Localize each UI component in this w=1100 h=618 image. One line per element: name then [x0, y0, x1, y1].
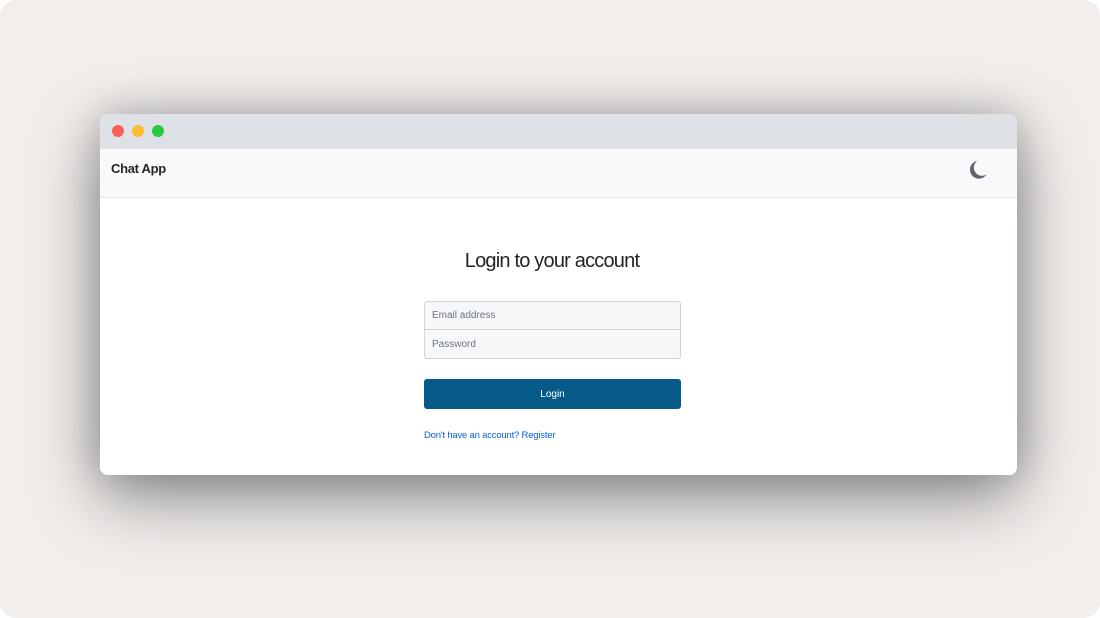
window-titlebar	[100, 114, 1017, 149]
email-field[interactable]	[424, 301, 681, 330]
minimize-window-button[interactable]	[132, 125, 144, 137]
login-button[interactable]: Login	[424, 379, 681, 409]
desktop-backdrop: Chat App Login to your account Login Don…	[0, 0, 1100, 618]
browser-window: Chat App Login to your account Login Don…	[100, 114, 1017, 475]
theme-toggle-button[interactable]	[966, 158, 990, 182]
maximize-window-button[interactable]	[152, 125, 164, 137]
close-window-button[interactable]	[112, 125, 124, 137]
navbar: Chat App	[100, 149, 1017, 198]
login-page: Login to your account Login Don't have a…	[100, 198, 1017, 475]
register-link[interactable]: Don't have an account? Register	[424, 430, 556, 441]
page-title: Login to your account	[464, 250, 640, 272]
password-field[interactable]	[424, 330, 681, 359]
navbar-brand[interactable]: Chat App	[111, 161, 166, 176]
moon-icon	[969, 160, 987, 179]
